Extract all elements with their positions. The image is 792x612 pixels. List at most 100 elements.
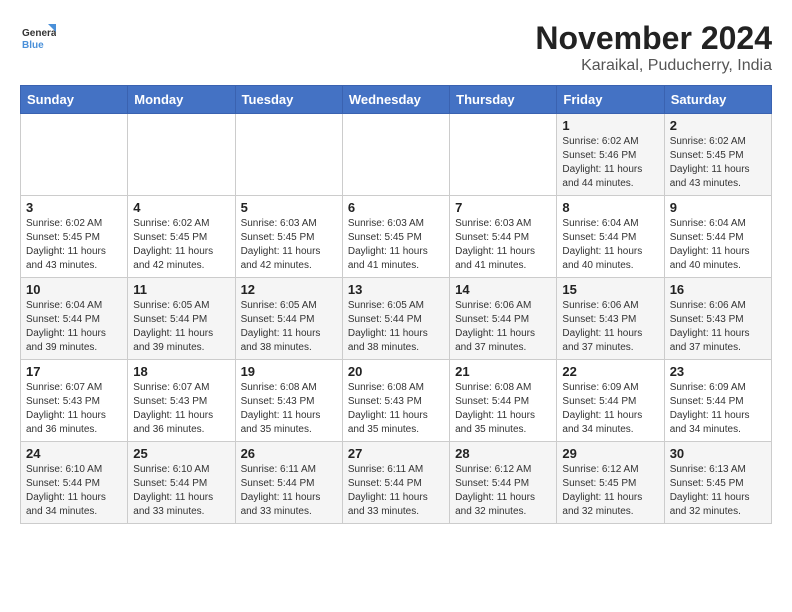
header-friday: Friday: [557, 86, 664, 114]
day-info: Sunrise: 6:05 AMSunset: 5:44 PMDaylight:…: [348, 299, 444, 355]
header-tuesday: Tuesday: [235, 86, 342, 114]
svg-text:General: General: [22, 28, 56, 39]
calendar-cell: 25 Sunrise: 6:10 AMSunset: 5:44 PMDayligh…: [128, 442, 235, 524]
day-info: Sunrise: 6:11 AMSunset: 5:44 PMDaylight:…: [348, 463, 444, 519]
calendar-cell: 14 Sunrise: 6:06 AMSunset: 5:44 PMDayligh…: [450, 278, 557, 360]
calendar-week-1: 3 Sunrise: 6:02 AMSunset: 5:45 PMDaylight…: [21, 196, 772, 278]
calendar-cell: 29 Sunrise: 6:12 AMSunset: 5:45 PMDayligh…: [557, 442, 664, 524]
day-info: Sunrise: 6:09 AMSunset: 5:44 PMDaylight:…: [670, 381, 766, 437]
calendar-week-0: 1Sunrise: 6:02 AMSunset: 5:46 PMDaylight…: [21, 114, 772, 196]
calendar-cell: [235, 114, 342, 196]
day-number: 20: [348, 364, 444, 379]
calendar-cell: 8 Sunrise: 6:04 AMSunset: 5:44 PMDaylight…: [557, 196, 664, 278]
day-info: Sunrise: 6:13 AMSunset: 5:45 PMDaylight:…: [670, 463, 766, 519]
calendar-cell: 5 Sunrise: 6:03 AMSunset: 5:45 PMDaylight…: [235, 196, 342, 278]
day-number: 21: [455, 364, 551, 379]
calendar-cell: 24Sunrise: 6:10 AMSunset: 5:44 PMDayligh…: [21, 442, 128, 524]
calendar-cell: 3 Sunrise: 6:02 AMSunset: 5:45 PMDaylight…: [21, 196, 128, 278]
day-info: Sunrise: 6:06 AMSunset: 5:44 PMDaylight:…: [455, 299, 551, 355]
calendar-header-row: Sunday Monday Tuesday Wednesday Thursday…: [21, 86, 772, 114]
calendar-week-3: 17 Sunrise: 6:07 AMSunset: 5:43 PMDayligh…: [21, 360, 772, 442]
day-info: Sunrise: 6:05 AMSunset: 5:44 PMDaylight:…: [241, 299, 337, 355]
day-info: Sunrise: 6:06 AMSunset: 5:43 PMDaylight:…: [562, 299, 658, 355]
day-info: Sunrise: 6:04 AMSunset: 5:44 PMDaylight:…: [562, 217, 658, 273]
calendar-cell: 16 Sunrise: 6:06 AMSunset: 5:43 PMDayligh…: [664, 278, 771, 360]
header-wednesday: Wednesday: [342, 86, 449, 114]
calendar-cell: 18Sunrise: 6:07 AMSunset: 5:43 PMDayligh…: [128, 360, 235, 442]
day-number: 27: [348, 446, 444, 461]
calendar-title: November 2024: [535, 20, 772, 57]
day-number: 7: [455, 200, 551, 215]
day-info: Sunrise: 6:02 AMSunset: 5:45 PMDaylight:…: [670, 135, 766, 191]
day-number: 18: [133, 364, 229, 379]
calendar-cell: [342, 114, 449, 196]
calendar-week-4: 24 Sunrise: 6:10 AMSunset: 5:44 PMDayligh…: [21, 442, 772, 524]
day-number: 25: [133, 446, 229, 461]
calendar-cell: 1Sunrise: 6:02 AMSunset: 5:46 PMDaylight…: [557, 114, 664, 196]
day-info: Sunrise: 6:12 AMSunset: 5:45 PMDaylight:…: [562, 463, 658, 519]
calendar-cell: 4 Sunrise: 6:02 AMSunset: 5:45 PMDaylight…: [128, 196, 235, 278]
day-number: 11: [133, 282, 229, 297]
day-info: Sunrise: 6:12 AMSunset: 5:44 PMDaylight:…: [455, 463, 551, 519]
day-number: 13: [348, 282, 444, 297]
day-number: 4: [133, 200, 229, 215]
calendar-cell: 6 Sunrise: 6:03 AMSunset: 5:45 PMDaylight…: [342, 196, 449, 278]
day-number: 28: [455, 446, 551, 461]
day-number: 12: [241, 282, 337, 297]
calendar-subtitle: Karaikal, Puducherry, India: [535, 57, 772, 75]
day-info: Sunrise: 6:02 AMSunset: 5:45 PMDaylight:…: [133, 217, 229, 273]
header-sunday: Sunday: [21, 86, 128, 114]
day-number: 6: [348, 200, 444, 215]
day-number: 22: [562, 364, 658, 379]
day-info: Sunrise: 6:10 AMSunset: 5:44 PMDaylight:…: [133, 463, 229, 519]
header-saturday: Saturday: [664, 86, 771, 114]
day-info: Sunrise: 6:03 AMSunset: 5:45 PMDaylight:…: [241, 217, 337, 273]
svg-text:Blue: Blue: [22, 40, 44, 51]
day-info: Sunrise: 6:04 AMSunset: 5:44 PMDaylight:…: [670, 217, 766, 273]
day-number: 3: [26, 200, 122, 215]
day-info: Sunrise: 6:04 AMSunset: 5:44 PMDaylight:…: [26, 299, 122, 355]
day-number: 5: [241, 200, 337, 215]
calendar-cell: 9Sunrise: 6:04 AMSunset: 5:44 PMDaylight…: [664, 196, 771, 278]
day-info: Sunrise: 6:08 AMSunset: 5:44 PMDaylight:…: [455, 381, 551, 437]
day-info: Sunrise: 6:08 AMSunset: 5:43 PMDaylight:…: [348, 381, 444, 437]
day-number: 23: [670, 364, 766, 379]
calendar-cell: 22 Sunrise: 6:09 AMSunset: 5:44 PMDayligh…: [557, 360, 664, 442]
day-number: 14: [455, 282, 551, 297]
day-info: Sunrise: 6:03 AMSunset: 5:44 PMDaylight:…: [455, 217, 551, 273]
day-number: 30: [670, 446, 766, 461]
calendar-cell: 28 Sunrise: 6:12 AMSunset: 5:44 PMDayligh…: [450, 442, 557, 524]
day-number: 2: [670, 118, 766, 133]
calendar-week-2: 10Sunrise: 6:04 AMSunset: 5:44 PMDayligh…: [21, 278, 772, 360]
calendar-cell: 26Sunrise: 6:11 AMSunset: 5:44 PMDayligh…: [235, 442, 342, 524]
calendar-cell: 27 Sunrise: 6:11 AMSunset: 5:44 PMDayligh…: [342, 442, 449, 524]
day-number: 26: [241, 446, 337, 461]
day-number: 16: [670, 282, 766, 297]
day-number: 8: [562, 200, 658, 215]
page-header: General Blue November 2024 Karaikal, Pud…: [20, 20, 772, 75]
day-info: Sunrise: 6:07 AMSunset: 5:43 PMDaylight:…: [26, 381, 122, 437]
calendar-cell: [128, 114, 235, 196]
day-info: Sunrise: 6:03 AMSunset: 5:45 PMDaylight:…: [348, 217, 444, 273]
day-info: Sunrise: 6:09 AMSunset: 5:44 PMDaylight:…: [562, 381, 658, 437]
calendar-cell: 20 Sunrise: 6:08 AMSunset: 5:43 PMDayligh…: [342, 360, 449, 442]
calendar-cell: 12 Sunrise: 6:05 AMSunset: 5:44 PMDayligh…: [235, 278, 342, 360]
day-info: Sunrise: 6:02 AMSunset: 5:45 PMDaylight:…: [26, 217, 122, 273]
day-number: 19: [241, 364, 337, 379]
logo-icon: General Blue: [20, 20, 56, 56]
calendar-cell: 11Sunrise: 6:05 AMSunset: 5:44 PMDayligh…: [128, 278, 235, 360]
calendar-cell: 7 Sunrise: 6:03 AMSunset: 5:44 PMDaylight…: [450, 196, 557, 278]
calendar-cell: [21, 114, 128, 196]
day-number: 1: [562, 118, 658, 133]
calendar-cell: 10Sunrise: 6:04 AMSunset: 5:44 PMDayligh…: [21, 278, 128, 360]
day-number: 29: [562, 446, 658, 461]
calendar-cell: 21 Sunrise: 6:08 AMSunset: 5:44 PMDayligh…: [450, 360, 557, 442]
day-info: Sunrise: 6:06 AMSunset: 5:43 PMDaylight:…: [670, 299, 766, 355]
day-number: 17: [26, 364, 122, 379]
calendar-cell: 15Sunrise: 6:06 AMSunset: 5:43 PMDayligh…: [557, 278, 664, 360]
calendar-cell: 13 Sunrise: 6:05 AMSunset: 5:44 PMDayligh…: [342, 278, 449, 360]
calendar-cell: [450, 114, 557, 196]
day-number: 24: [26, 446, 122, 461]
calendar-cell: 30 Sunrise: 6:13 AMSunset: 5:45 PMDayligh…: [664, 442, 771, 524]
calendar-cell: 19Sunrise: 6:08 AMSunset: 5:43 PMDayligh…: [235, 360, 342, 442]
